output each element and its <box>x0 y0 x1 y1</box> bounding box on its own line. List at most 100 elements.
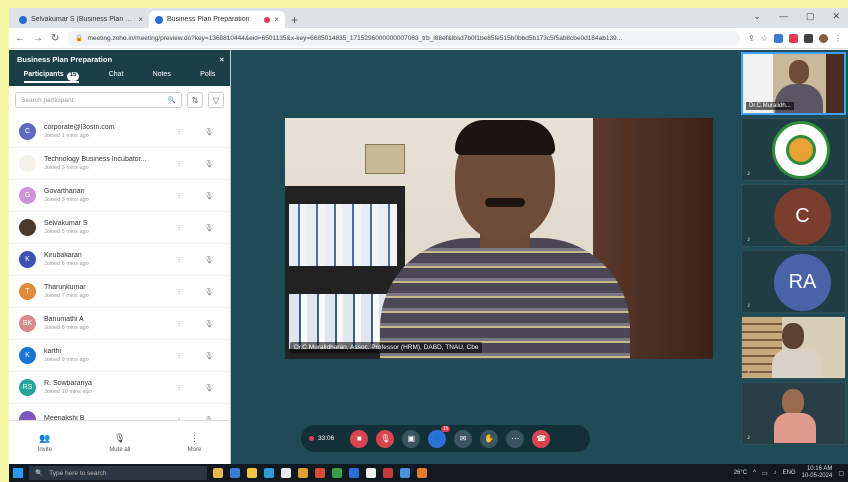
participant-joined-time: Joined 6 mins ago <box>44 261 89 267</box>
more-options-icon[interactable]: ⋮ <box>168 224 190 232</box>
network-icon[interactable]: ▭ <box>762 470 768 477</box>
tile-c[interactable]: C ♪ <box>741 184 846 247</box>
participant-row[interactable]: RS R. Sowbaranya Joined 10 mins ago ⋮ 🎙 <box>9 372 230 404</box>
language-text[interactable]: ENG <box>783 470 796 476</box>
more-options-icon[interactable]: ⋮ <box>168 256 190 264</box>
mic-muted-icon[interactable]: 🎙 <box>198 352 220 360</box>
screenshare-button[interactable]: ▣ <box>402 429 421 448</box>
participant-name: Kirubakaran <box>44 252 82 259</box>
mic-muted-icon[interactable]: 🎙 <box>198 192 220 200</box>
participant-row[interactable]: K Kirubakaran Joined 6 mins ago ⋮ 🎙 <box>9 244 230 276</box>
menu-kebab-icon[interactable]: ⋮ <box>834 34 842 43</box>
mic-muted-icon[interactable]: 🎙 <box>198 224 220 232</box>
notifications-icon[interactable]: ▢ <box>838 470 844 477</box>
more-button[interactable]: ⋯ <box>506 429 525 448</box>
participant-row[interactable]: K karthi Joined 9 mins ago ⋮ 🎙 <box>9 340 230 372</box>
extension-icon[interactable] <box>804 33 813 43</box>
tray-arrow-icon[interactable]: ^ <box>753 470 756 476</box>
tab-search-icon[interactable]: ⌄ <box>753 11 761 22</box>
taskbar-app-icon[interactable] <box>417 468 427 478</box>
tab-polls[interactable]: Polls <box>200 71 215 83</box>
taskbar-app-icon[interactable] <box>315 468 325 478</box>
more-options-icon[interactable]: ⋮ <box>168 192 190 200</box>
maximize-icon[interactable]: ▢ <box>806 11 815 22</box>
more-options-icon[interactable]: ⋮ <box>168 384 190 392</box>
kebab-icon: ⋮ <box>189 432 199 443</box>
taskbar-app-icon[interactable] <box>281 468 291 478</box>
mic-muted-icon[interactable]: 🎙 <box>198 384 220 392</box>
back-icon[interactable]: ← <box>15 33 25 44</box>
share-icon[interactable]: ⇪ <box>748 34 755 43</box>
participant-row[interactable]: Selvakumar S Joined 5 mins ago ⋮ 🎙 <box>9 212 230 244</box>
participant-avatar <box>19 155 36 172</box>
tile-tbi-logo[interactable]: ♪ <box>741 118 846 181</box>
minimize-icon[interactable]: — <box>779 11 788 22</box>
extension-icon[interactable] <box>774 33 783 43</box>
video-button[interactable]: ■ <box>350 429 369 448</box>
more-options-icon[interactable]: ⋮ <box>168 288 190 296</box>
close-tab-icon[interactable]: × <box>138 15 143 24</box>
taskbar-app-icon[interactable] <box>332 468 342 478</box>
tab-2[interactable]: Business Plan Preparation × <box>149 11 285 28</box>
participant-row[interactable]: Meenakshi B ⋮ 🎙 <box>9 404 230 420</box>
tab-participants[interactable]: Participants 15 <box>23 71 80 83</box>
more-options-button[interactable]: ⋮ More <box>188 433 202 453</box>
filter-icon[interactable]: ▽ <box>208 92 224 108</box>
taskbar-app-icon[interactable] <box>213 468 223 478</box>
more-options-icon[interactable]: ⋮ <box>168 352 190 360</box>
taskbar-app-icon[interactable] <box>366 468 376 478</box>
bookmark-star-icon[interactable]: ☆ <box>761 34 768 43</box>
mic-button[interactable]: 🎙 <box>376 429 395 448</box>
taskbar-search[interactable]: 🔍 Type here to search <box>29 466 207 480</box>
participant-row[interactable]: BK Banumathi A Joined 8 mins ago ⋮ 🎙 <box>9 308 230 340</box>
extension-icon[interactable] <box>789 33 798 43</box>
more-options-icon[interactable]: ⋮ <box>168 160 190 168</box>
tile-video-1[interactable]: ♪ <box>741 316 846 379</box>
forward-icon[interactable]: → <box>33 33 43 44</box>
close-window-icon[interactable]: ✕ <box>832 11 840 22</box>
raise-hand-button[interactable]: ✋ <box>480 429 499 448</box>
sort-icon[interactable]: ⇅ <box>187 92 203 108</box>
close-panel-icon[interactable]: × <box>220 55 224 64</box>
mic-muted-icon[interactable]: 🎙 <box>198 256 220 264</box>
more-options-icon[interactable]: ⋮ <box>168 320 190 328</box>
tab-1[interactable]: Selvakumar S (Business Plan Pr... × <box>13 11 149 28</box>
chat-button[interactable]: ✉ <box>454 429 473 448</box>
participant-row[interactable]: Technology Business Incubator... Joined … <box>9 148 230 180</box>
participants-button[interactable]: 👤 15 <box>428 425 451 448</box>
participant-row[interactable]: T Tharunkumar Joined 7 mins ago ⋮ 🎙 <box>9 276 230 308</box>
taskbar-app-icon[interactable] <box>383 468 393 478</box>
end-call-button[interactable]: ☎ <box>532 429 551 448</box>
reload-icon[interactable]: ↻ <box>51 33 59 44</box>
mic-muted-icon[interactable]: 🎙 <box>198 288 220 296</box>
invite-button[interactable]: 👥 Invite <box>38 433 52 453</box>
taskbar-app-icon[interactable] <box>349 468 359 478</box>
more-options-icon[interactable]: ⋮ <box>168 128 190 136</box>
taskbar-app-icon[interactable] <box>247 468 257 478</box>
mic-muted-icon[interactable]: 🎙 <box>198 128 220 136</box>
taskbar-app-icon[interactable] <box>400 468 410 478</box>
tile-ra[interactable]: RA ♪ <box>741 250 846 313</box>
tile-video-2[interactable]: ♪ <box>741 382 846 445</box>
taskbar-app-icon[interactable] <box>298 468 308 478</box>
main-video[interactable]: Dr.C.Muralidharan, Assoc. Professor (HRM… <box>285 118 713 359</box>
mic-muted-icon[interactable]: 🎙 <box>198 160 220 168</box>
participant-row[interactable]: C corporate@l3ostn.com Joined 1 mins ago… <box>9 116 230 148</box>
new-tab-button[interactable]: + <box>291 12 298 28</box>
participant-row[interactable]: G Govarthanan Joined 3 mins ago ⋮ 🎙 <box>9 180 230 212</box>
taskbar-app-icon[interactable] <box>264 468 274 478</box>
clock[interactable]: 10:16 AM 10-05-2024 <box>802 466 833 480</box>
participant-search-input[interactable]: Search participant 🔍 <box>15 92 182 108</box>
profile-avatar-icon[interactable] <box>819 33 828 43</box>
tile-active-speaker[interactable]: Dr.C.Muralidh... <box>741 52 846 115</box>
tab-notes[interactable]: Notes <box>153 71 171 83</box>
mute-all-button[interactable]: 🎙 Mute all <box>109 433 130 453</box>
mic-muted-icon[interactable]: 🎙 <box>198 320 220 328</box>
tab-chat[interactable]: Chat <box>109 71 124 83</box>
close-tab-icon[interactable]: × <box>274 15 279 24</box>
tnau-logo <box>772 121 830 179</box>
taskbar-app-icon[interactable] <box>230 468 240 478</box>
url-field[interactable]: 🔒 meeting.zoho.in/meeting/preview.do?key… <box>67 30 741 46</box>
windows-start-icon[interactable] <box>13 468 23 478</box>
volume-icon[interactable]: ♪ <box>774 470 777 476</box>
